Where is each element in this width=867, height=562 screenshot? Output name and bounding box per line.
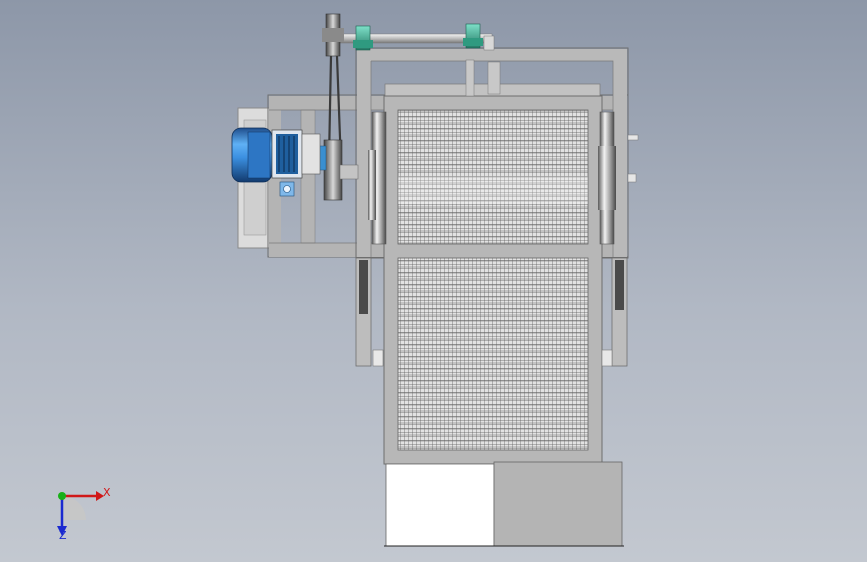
left-bearing-block[interactable] bbox=[353, 25, 373, 51]
lower-screen-mesh[interactable] bbox=[397, 257, 589, 451]
electric-motor[interactable] bbox=[231, 127, 303, 183]
right-bearing-block[interactable] bbox=[463, 23, 483, 49]
left-guide-rail[interactable] bbox=[355, 257, 384, 367]
base-foot-plate-right[interactable] bbox=[493, 461, 623, 547]
top-pulley[interactable] bbox=[322, 13, 344, 57]
right-drum-roller[interactable] bbox=[598, 111, 616, 245]
axis-x-label: X bbox=[103, 486, 111, 499]
cad-viewport[interactable]: X Z bbox=[0, 0, 867, 562]
side-bolts bbox=[627, 134, 639, 183]
right-guide-rail[interactable] bbox=[601, 257, 628, 367]
base-foot-plate-left[interactable] bbox=[385, 463, 495, 547]
upper-screen-mesh[interactable] bbox=[397, 109, 589, 245]
axis-z-label: Z bbox=[59, 529, 67, 542]
machine-model[interactable] bbox=[0, 0, 867, 562]
